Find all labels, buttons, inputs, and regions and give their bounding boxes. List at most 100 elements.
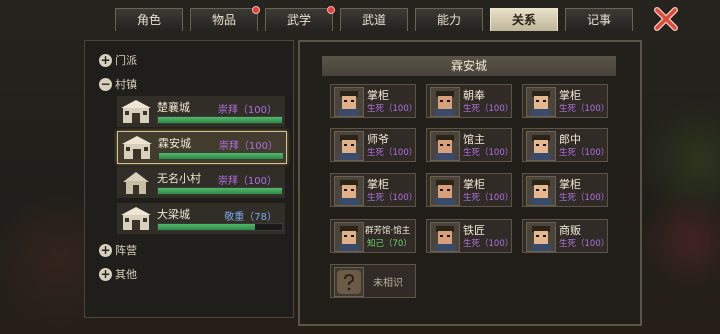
- town-name: 霖安城: [158, 137, 191, 150]
- npc-relation: 生死（100）: [367, 104, 418, 114]
- npc-name: 掌柜: [367, 89, 389, 102]
- tab-character[interactable]: 角色: [115, 8, 183, 31]
- npc-card[interactable]: 馆主生死（100）: [426, 128, 514, 162]
- tab-label: 物品: [211, 13, 236, 27]
- npc-relation: 生死（100）: [367, 193, 418, 203]
- npc-card[interactable]: 朝奉生死（100）: [426, 84, 514, 118]
- tab-journal[interactable]: 记事: [565, 8, 633, 31]
- relation-bar-fill: [158, 117, 282, 123]
- category-panel: + 门派 − 村镇 楚襄城 崇拜（100） 霖安城 崇拜（100） 无名小村 崇…: [84, 40, 294, 318]
- minus-circle-icon: −: [99, 76, 112, 91]
- notification-dot: [252, 6, 260, 14]
- category-label: 门派: [115, 54, 137, 67]
- town-item-daliang[interactable]: 大梁城 敬重（78）: [117, 203, 285, 234]
- town-name: 无名小村: [157, 172, 201, 185]
- relation-bar-fill: [158, 224, 255, 230]
- npc-portrait-icon: [430, 222, 460, 252]
- tab-relations[interactable]: 关系: [490, 8, 558, 31]
- npc-relation: 生死（100）: [559, 104, 610, 114]
- npc-card[interactable]: 掌柜生死（100）: [426, 173, 514, 207]
- npc-relation: 生死（100）: [559, 148, 610, 158]
- town-relation: 崇拜（100）: [217, 105, 277, 116]
- npc-name: 掌柜: [559, 178, 581, 191]
- town-gate-icon: [122, 136, 152, 159]
- npc-name: 馆主: [463, 133, 485, 146]
- town-name: 大梁城: [157, 208, 190, 221]
- npc-name: 掌柜: [559, 89, 581, 102]
- town-relation: 崇拜（100）: [218, 141, 278, 152]
- relation-bar-fill: [158, 188, 282, 194]
- tab-label: 关系: [511, 13, 536, 27]
- npc-portrait-icon: [526, 131, 556, 161]
- town-item-wuming[interactable]: 无名小村 崇拜（100）: [117, 167, 285, 198]
- npc-card[interactable]: 掌柜生死（100）: [330, 173, 418, 207]
- npc-name: 群芳馆·馆主: [365, 226, 411, 236]
- detail-panel: 霖安城 掌柜 生死（100） 朝奉 生死（100） 掌柜 生死（100） 师爷 生死（100）…: [298, 40, 642, 326]
- npc-card[interactable]: 掌柜生死（100）: [522, 84, 610, 118]
- notification-dot: [327, 6, 335, 14]
- category-town[interactable]: − 村镇: [99, 75, 137, 93]
- tab-items[interactable]: 物品: [190, 6, 260, 31]
- npc-card[interactable]: 郎中生死（100）: [522, 128, 610, 162]
- category-label: 其他: [115, 268, 137, 281]
- tab-martial-arts[interactable]: 武学: [265, 6, 335, 31]
- npc-relation: 生死（100）: [559, 239, 610, 249]
- npc-card[interactable]: 群芳馆·馆主 知己（70）: [330, 219, 416, 253]
- village-icon: [123, 172, 149, 194]
- npc-portrait-icon: [526, 222, 556, 252]
- relation-bar: [157, 116, 283, 124]
- npc-name: 铁匠: [463, 224, 485, 237]
- tab-ability[interactable]: 能力: [415, 8, 483, 31]
- category-sect[interactable]: + 门派: [99, 51, 137, 69]
- question-mark-icon: [334, 267, 364, 297]
- npc-name: 朝奉: [463, 89, 485, 102]
- npc-portrait-icon: [526, 176, 556, 206]
- npc-card[interactable]: 掌柜生死（100）: [522, 173, 610, 207]
- npc-card[interactable]: 铁匠生死（100）: [426, 219, 514, 253]
- npc-portrait-icon: [430, 87, 460, 117]
- npc-portrait-icon: [334, 176, 364, 206]
- relation-bar-fill: [159, 153, 283, 159]
- plus-circle-icon: +: [99, 242, 112, 257]
- town-gate-icon: [121, 207, 151, 230]
- npc-relation: 生死（100）: [463, 193, 514, 203]
- relation-bar: [158, 152, 284, 160]
- npc-card[interactable]: 师爷生死（100）: [330, 128, 418, 162]
- npc-name: 商贩: [559, 224, 581, 237]
- npc-card[interactable]: 商贩生死（100）: [522, 219, 610, 253]
- npc-card[interactable]: 掌柜生死（100）: [330, 84, 418, 118]
- npc-relation: 生死（100）: [367, 148, 418, 158]
- npc-card-unknown[interactable]: 未相识: [330, 264, 416, 298]
- npc-portrait-icon: [334, 87, 364, 117]
- npc-portrait-icon: [334, 131, 364, 161]
- tab-label: 武学: [286, 13, 311, 27]
- npc-portrait-icon: [430, 131, 460, 161]
- town-item-chuxiang[interactable]: 楚襄城 崇拜（100）: [117, 96, 285, 127]
- detail-title: 霖安城: [322, 56, 616, 76]
- tab-label: 武道: [361, 13, 386, 27]
- town-relation: 崇拜（100）: [217, 176, 277, 187]
- npc-name: 师爷: [367, 133, 389, 146]
- npc-portrait-icon: [526, 87, 556, 117]
- tab-martial-way[interactable]: 武道: [340, 8, 408, 31]
- category-faction[interactable]: + 阵营: [99, 241, 137, 259]
- npc-relation: 生死（100）: [463, 148, 514, 158]
- town-relation: 敬重（78）: [224, 212, 277, 223]
- tab-label: 角色: [136, 13, 161, 27]
- town-name: 楚襄城: [157, 101, 190, 114]
- npc-portrait-icon: [334, 222, 364, 252]
- npc-relation: 生死（100）: [463, 239, 514, 249]
- close-x-icon[interactable]: [653, 6, 679, 32]
- npc-name: 掌柜: [367, 178, 389, 191]
- town-item-linan[interactable]: 霖安城 崇拜（100）: [117, 131, 287, 164]
- plus-circle-icon: +: [99, 266, 112, 281]
- npc-name: 掌柜: [463, 178, 485, 191]
- npc-name: 郎中: [559, 133, 581, 146]
- tab-label: 能力: [436, 13, 461, 27]
- category-other[interactable]: + 其他: [99, 265, 137, 283]
- town-gate-icon: [121, 100, 151, 123]
- relation-bar: [157, 187, 283, 195]
- category-label: 阵营: [115, 244, 137, 257]
- npc-relation: 生死（100）: [559, 193, 610, 203]
- npc-relation: 生死（100）: [463, 104, 514, 114]
